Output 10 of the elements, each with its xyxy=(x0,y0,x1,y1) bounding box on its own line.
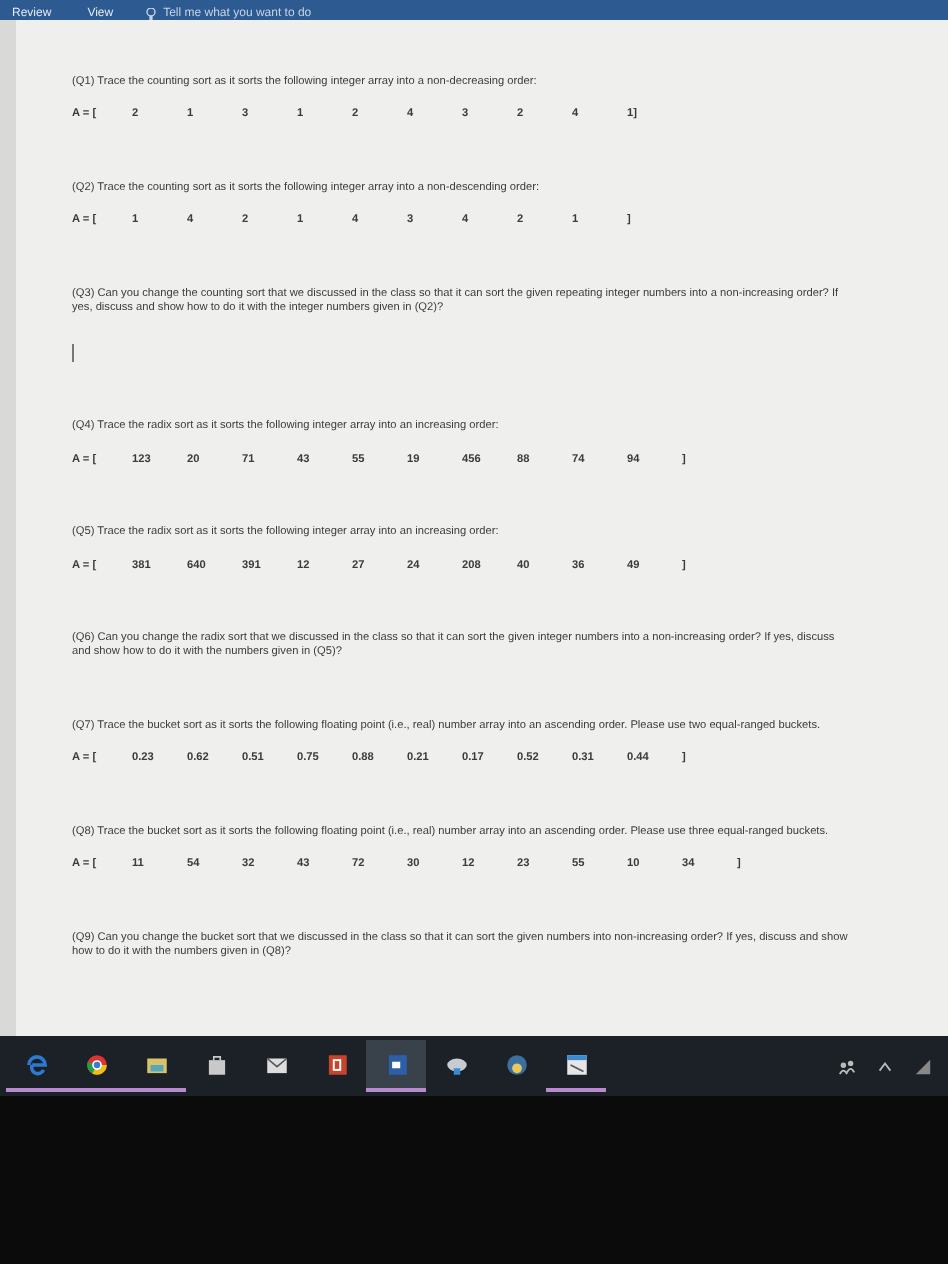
chevron-up-icon[interactable] xyxy=(876,1057,894,1075)
bag-icon xyxy=(203,1051,229,1077)
chrome-icon xyxy=(83,1051,109,1077)
window-icon xyxy=(563,1051,589,1077)
people-icon[interactable] xyxy=(838,1057,856,1075)
document-icon xyxy=(383,1051,409,1077)
lightbulb-icon xyxy=(145,8,156,20)
edge-icon xyxy=(23,1051,49,1077)
network-icon[interactable] xyxy=(914,1057,932,1075)
presentation-icon xyxy=(323,1051,349,1077)
